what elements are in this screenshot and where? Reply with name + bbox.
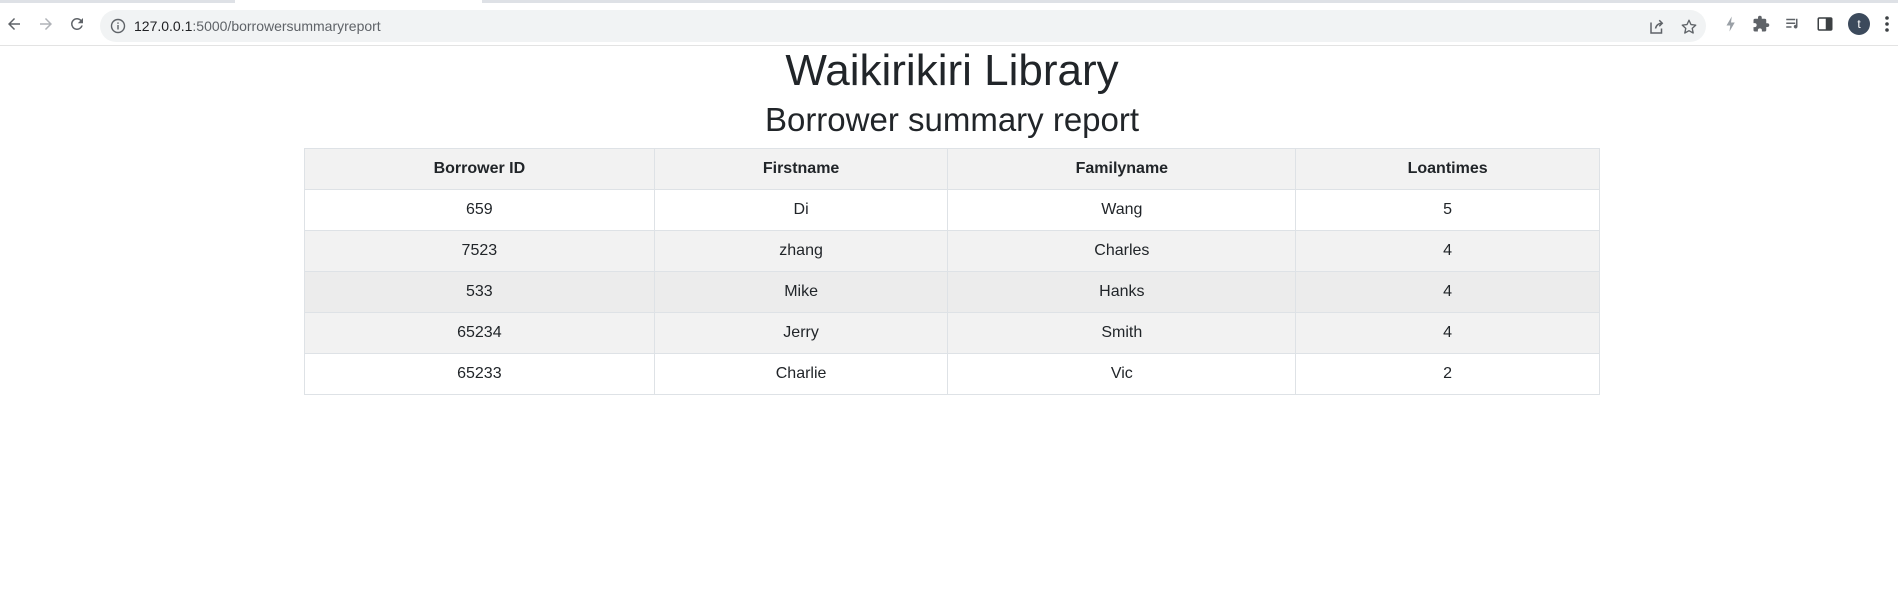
table-row: 65233 Charlie Vic 2 [304, 353, 1600, 395]
profile-avatar[interactable]: t [1848, 13, 1870, 35]
table-row: 533 Mike Hanks 4 [304, 271, 1600, 313]
url-host: 127.0.0.1 [134, 18, 193, 34]
column-header-firstname: Firstname [653, 148, 949, 190]
browser-toolbar: 127.0.0.1:5000/borrowersummaryreport t [0, 3, 1898, 46]
cell-loantimes: 5 [1295, 189, 1600, 231]
url-text: 127.0.0.1:5000/borrowersummaryreport [134, 18, 381, 34]
cell-borrower-id: 659 [304, 189, 655, 231]
url-path: :5000/borrowersummaryreport [192, 18, 381, 34]
cell-borrower-id: 65233 [304, 353, 655, 395]
cell-loantimes: 2 [1295, 353, 1600, 395]
cell-familyname: Wang [947, 189, 1297, 231]
cell-loantimes: 4 [1295, 271, 1600, 313]
table-header-row: Borrower ID Firstname Familyname Loantim… [304, 148, 1600, 190]
reading-list-icon[interactable] [1784, 15, 1802, 33]
table-row: 7523 zhang Charles 4 [304, 230, 1600, 272]
cell-familyname: Vic [947, 353, 1297, 395]
cell-familyname: Charles [947, 230, 1297, 272]
back-button[interactable] [0, 10, 28, 38]
share-icon[interactable] [1648, 18, 1666, 36]
cell-borrower-id: 7523 [304, 230, 655, 272]
cell-familyname: Hanks [947, 271, 1297, 313]
cell-loantimes: 4 [1295, 312, 1600, 354]
side-panel-icon[interactable] [1816, 15, 1834, 33]
cell-firstname: zhang [653, 230, 949, 272]
cell-firstname: Di [653, 189, 949, 231]
column-header-loantimes: Loantimes [1295, 148, 1600, 190]
back-icon [8, 18, 20, 30]
page-content: Waikirikiri Library Borrower summary rep… [0, 46, 1898, 603]
reload-button[interactable] [63, 10, 91, 38]
extensions-puzzle-icon[interactable] [1752, 15, 1770, 33]
borrower-summary-table: Borrower ID Firstname Familyname Loantim… [304, 148, 1600, 395]
column-header-borrower-id: Borrower ID [304, 148, 655, 190]
reload-icon [71, 17, 83, 30]
forward-button[interactable] [32, 10, 60, 38]
page-subtitle: Borrower summary report [764, 101, 1140, 138]
bookmark-star-icon[interactable] [1680, 18, 1698, 36]
cell-borrower-id: 533 [304, 271, 655, 313]
column-header-familyname: Familyname [947, 148, 1297, 190]
site-info-icon[interactable] [110, 18, 126, 34]
cell-firstname: Mike [653, 271, 949, 313]
table-row: 65234 Jerry Smith 4 [304, 312, 1600, 354]
cell-loantimes: 4 [1295, 230, 1600, 272]
page-title: Waikirikiri Library [785, 46, 1119, 95]
forward-icon [40, 18, 52, 30]
cell-firstname: Charlie [653, 353, 949, 395]
cell-borrower-id: 65234 [304, 312, 655, 354]
lightning-icon[interactable] [1722, 15, 1740, 33]
menu-kebab-icon[interactable] [1884, 15, 1890, 33]
table-row: 659 Di Wang 5 [304, 189, 1600, 231]
cell-familyname: Smith [947, 312, 1297, 354]
address-bar[interactable]: 127.0.0.1:5000/borrowersummaryreport [100, 10, 1706, 42]
cell-firstname: Jerry [653, 312, 949, 354]
